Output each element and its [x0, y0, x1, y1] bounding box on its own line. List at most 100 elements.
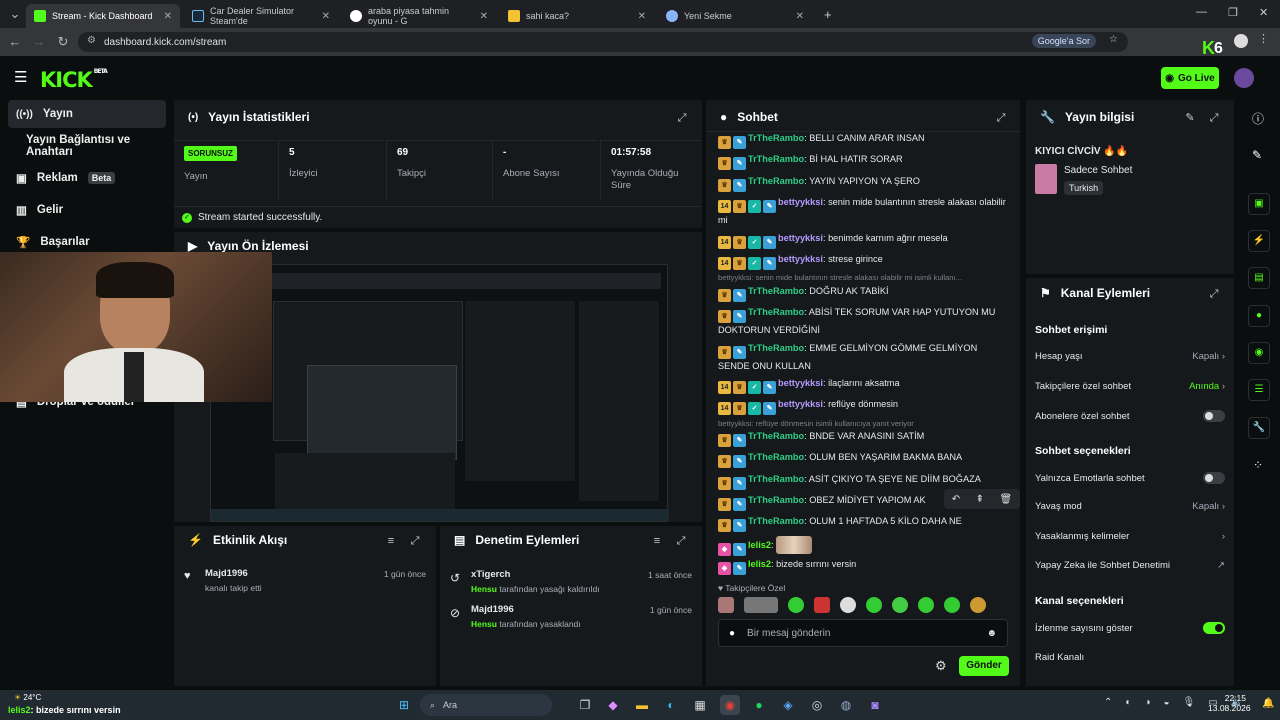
rail-chat-icon[interactable]: ● — [1248, 305, 1270, 327]
expand-icon[interactable]: ⤢ — [1207, 287, 1221, 301]
emote-icon[interactable] — [918, 597, 934, 613]
taskbar-search[interactable]: ⌕ Ara — [420, 694, 552, 716]
rail-wrench-icon[interactable]: 🔧 — [1248, 417, 1270, 439]
chevron-up-icon[interactable]: ⌃ — [1104, 697, 1112, 708]
emote-icon[interactable] — [970, 597, 986, 613]
chat-username[interactable]: TrTheRambo — [748, 343, 804, 353]
banned-words-option[interactable]: Yasaklanmış kelimeler › — [1035, 531, 1225, 542]
followers-chat-option[interactable]: Takipçilere özel sohbet Anında › — [1035, 381, 1225, 392]
emote-icon[interactable] — [814, 597, 830, 613]
edge-icon[interactable]: ◐ — [661, 695, 681, 715]
app-icon[interactable]: ◈ — [778, 695, 798, 715]
chat-username[interactable]: bettyykksi — [778, 378, 823, 388]
profile-avatar[interactable] — [1234, 34, 1248, 48]
tray-app-icon[interactable]: ◑ — [1144, 697, 1150, 708]
minimize-icon[interactable]: — — [1196, 6, 1207, 18]
pin-icon[interactable]: ⇞ — [976, 494, 984, 505]
sidebar-item-gelir[interactable]: ▥ Gelir — [8, 196, 166, 224]
pencil-icon[interactable]: ✎ — [1252, 148, 1262, 162]
apps-icon[interactable]: ⁘ — [1253, 458, 1263, 472]
task-view-icon[interactable]: ❐ — [575, 695, 595, 715]
tab-search-icon[interactable]: ⌄ — [4, 6, 26, 22]
delete-icon[interactable]: 🗑 — [1000, 494, 1013, 505]
microphone-icon[interactable]: 🎙 — [1183, 697, 1196, 708]
expand-icon[interactable]: ⤢ — [1207, 111, 1221, 125]
rail-layout-icon[interactable]: ☰ — [1248, 379, 1270, 401]
back-icon[interactable]: ← — [4, 34, 26, 49]
expand-icon[interactable]: ⤢ — [408, 534, 422, 548]
tab-kick-dashboard[interactable]: Stream - Kick Dashboard ✕ — [26, 4, 180, 28]
chat-username[interactable]: bettyykksi — [778, 399, 823, 409]
emoji-icon[interactable]: ☻ — [986, 628, 997, 639]
chat-username[interactable]: TrTheRambo — [748, 133, 804, 143]
emote-icon[interactable] — [788, 597, 804, 613]
raid-option[interactable]: Raid Kanalı — [1035, 652, 1225, 663]
emotes-only-toggle[interactable] — [1203, 472, 1225, 484]
new-tab-button[interactable]: + — [824, 7, 832, 22]
google-ask-button[interactable]: Google'a Sor — [1031, 34, 1096, 48]
chat-username[interactable]: TrTheRambo — [748, 154, 804, 164]
filter-icon[interactable]: ≡ — [384, 534, 398, 548]
chat-username[interactable]: lelis2 — [748, 540, 771, 550]
expand-icon[interactable]: ⤢ — [675, 111, 689, 125]
rail-lightning-icon[interactable]: ⚡ — [1248, 230, 1270, 252]
chat-username[interactable]: TrTheRambo — [748, 474, 804, 484]
tab-new-tab[interactable]: Yeni Sekme ✕ — [658, 4, 812, 28]
chat-username[interactable]: TrTheRambo — [748, 452, 804, 462]
store-icon[interactable]: ▦ — [690, 695, 710, 715]
slow-mode-option[interactable]: Yavaş mod Kapalı › — [1035, 501, 1225, 512]
reload-icon[interactable]: ↻ — [52, 34, 74, 50]
rail-broadcast-icon[interactable]: ◉ — [1248, 342, 1270, 364]
emote-icon[interactable] — [866, 597, 882, 613]
url-field[interactable]: ⚙ dashboard.kick.com/stream Google'a Sor… — [78, 32, 1128, 52]
emote-icon[interactable] — [718, 597, 734, 613]
edit-icon[interactable]: ✎ — [1183, 111, 1197, 125]
account-age-option[interactable]: Hesap yaşı Kapalı › — [1035, 351, 1225, 362]
chat-username[interactable]: TrTheRambo — [748, 516, 804, 526]
copilot-icon[interactable]: ◆ — [603, 695, 623, 715]
user-avatar[interactable] — [1234, 68, 1254, 88]
site-info-icon[interactable]: ⚙ — [87, 35, 96, 46]
chat-username[interactable]: bettyykksi — [778, 254, 823, 264]
weather-widget[interactable]: ☀ 24°C — [14, 693, 41, 702]
reply-icon[interactable]: ↶ — [952, 494, 960, 505]
tray-app-icon[interactable]: ◐ — [1125, 697, 1131, 708]
chat-input[interactable]: ● Bir mesaj gönderin ☻ — [718, 619, 1008, 647]
ai-moderation-option[interactable]: Yapay Zeka ile Sohbet Denetimi ↗ — [1035, 560, 1225, 571]
close-icon[interactable]: ✕ — [164, 11, 172, 22]
tray-app-icon[interactable]: ◒ — [1163, 697, 1169, 708]
hamburger-menu-icon[interactable]: ☰ — [14, 68, 27, 86]
discord-icon[interactable]: ◙ — [865, 695, 885, 715]
show-views-toggle[interactable] — [1203, 622, 1225, 634]
steam-icon[interactable]: ◍ — [836, 695, 856, 715]
bookmark-star-icon[interactable]: ☆ — [1109, 34, 1118, 45]
close-icon[interactable]: ✕ — [480, 11, 488, 22]
chat-username[interactable]: lelis2 — [748, 559, 771, 569]
chat-username[interactable]: TrTheRambo — [748, 431, 804, 441]
clock[interactable]: 22:15 13.08.2026 — [1208, 693, 1251, 713]
sidebar-item-yayin[interactable]: ((•)) Yayın — [8, 100, 166, 128]
chat-settings-icon[interactable]: ⚙ — [935, 658, 947, 674]
chat-username[interactable]: TrTheRambo — [748, 307, 804, 317]
emote-icon[interactable] — [744, 597, 778, 613]
chat-username[interactable]: TrTheRambo — [748, 495, 804, 505]
emote-icon[interactable] — [892, 597, 908, 613]
chat-username[interactable]: TrTheRambo — [748, 176, 804, 186]
tab-steam[interactable]: Car Dealer Simulator Steam'de ✕ — [184, 4, 338, 28]
browser-menu-icon[interactable]: ⋮ — [1258, 32, 1269, 45]
emote-icon[interactable] — [944, 597, 960, 613]
maximize-icon[interactable]: ❐ — [1228, 6, 1238, 19]
chat-username[interactable]: bettyykksi — [778, 197, 823, 207]
sidebar-item-stream-key[interactable]: Yayın Bağlantısı ve Anahtarı — [8, 132, 178, 160]
stream-preview-video[interactable] — [210, 264, 669, 522]
expand-icon[interactable]: ⤢ — [994, 111, 1008, 125]
send-button[interactable]: Gönder — [959, 656, 1009, 676]
obs-icon[interactable]: ◎ — [807, 695, 827, 715]
notification-bell-icon[interactable]: 🔔 — [1262, 698, 1274, 709]
close-icon[interactable]: ✕ — [638, 11, 646, 22]
subs-chat-toggle[interactable] — [1203, 410, 1225, 422]
chat-username[interactable]: bettyykksi — [778, 233, 823, 243]
rail-clipboard-icon[interactable]: ▤ — [1248, 267, 1270, 289]
category-name[interactable]: Sadece Sohbet — [1064, 165, 1132, 176]
tab-sahi-kaca[interactable]: sahi kaca? ✕ — [500, 4, 654, 28]
